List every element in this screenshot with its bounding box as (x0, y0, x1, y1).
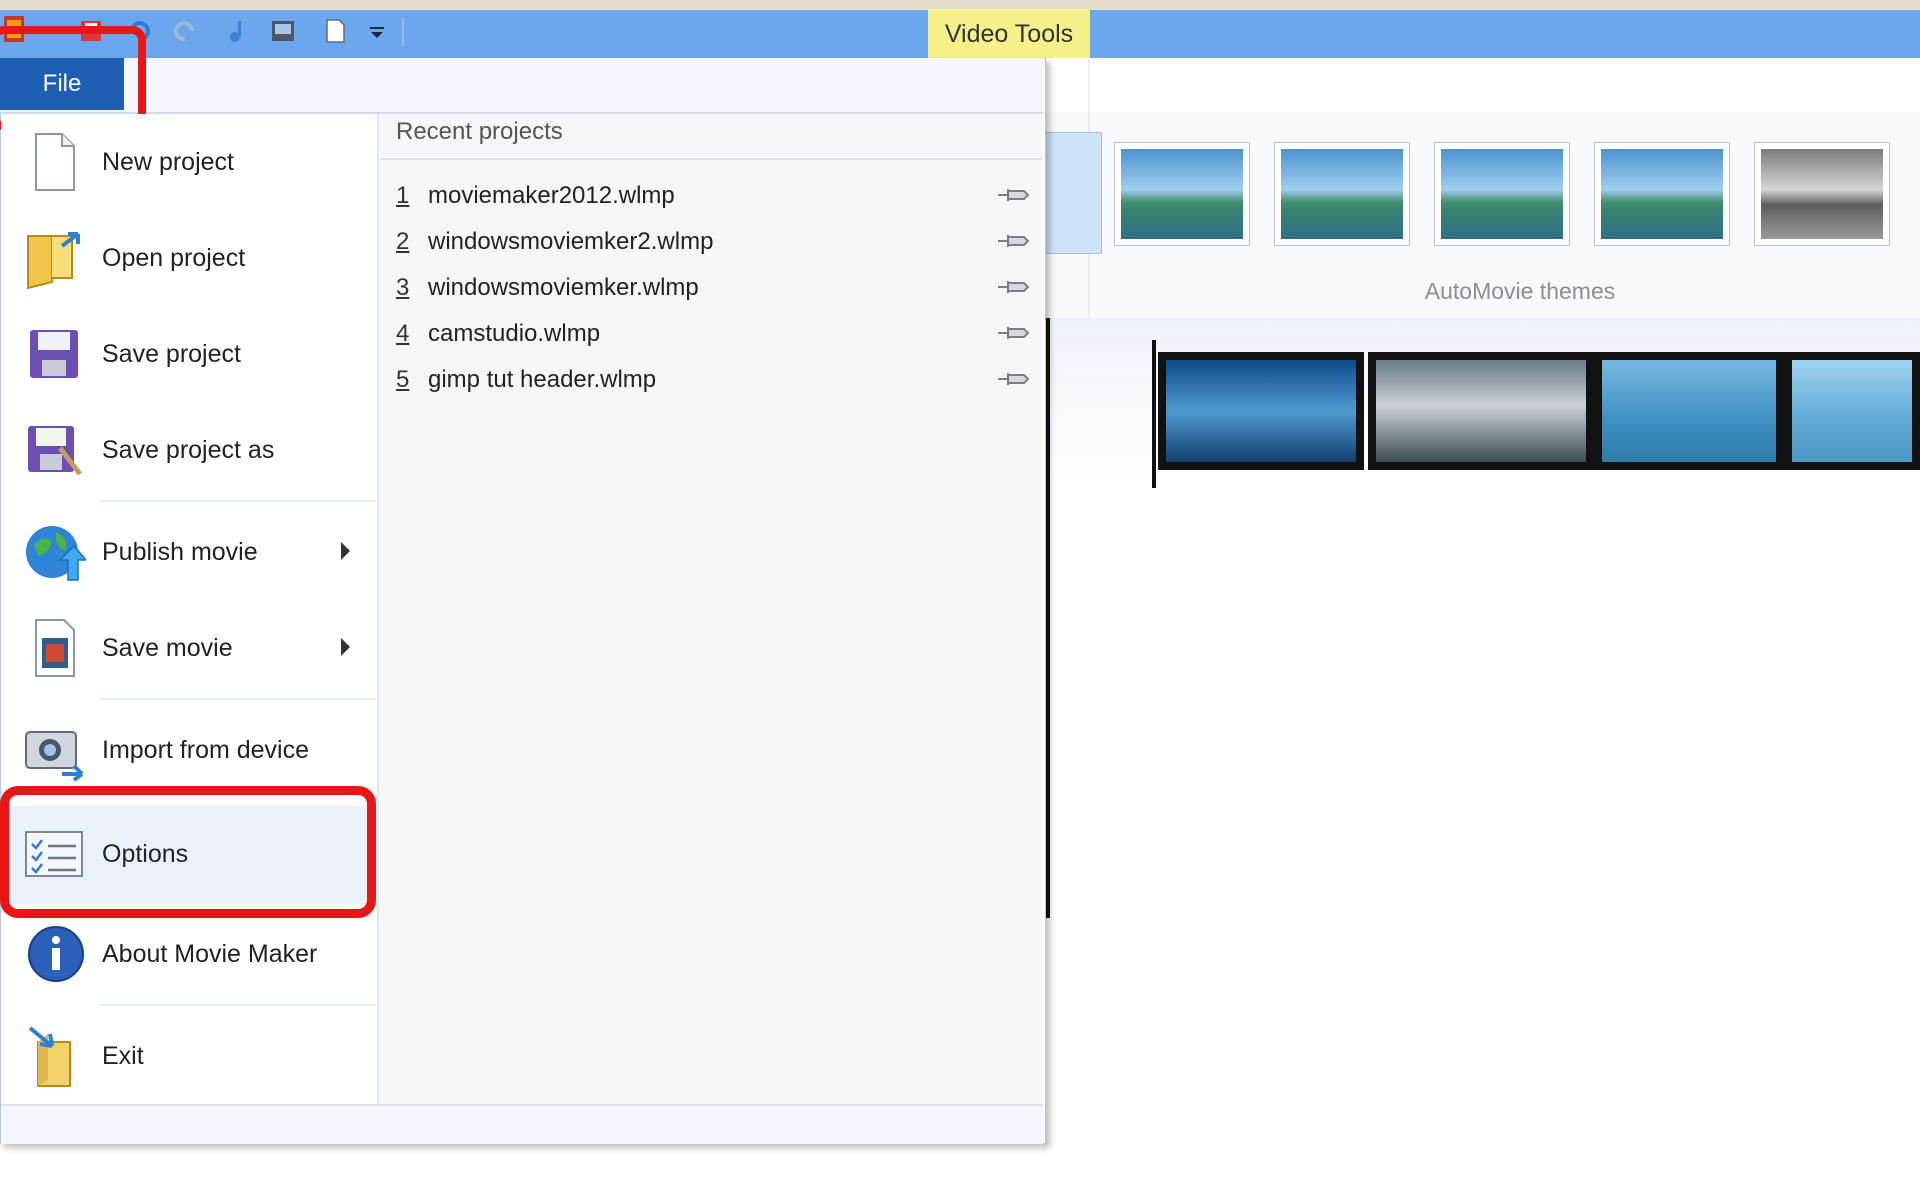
new-project-label: New project (102, 147, 234, 176)
recent-header-divider (380, 158, 1042, 160)
submenu-arrow-icon (341, 638, 350, 656)
recent-project-item[interactable]: 1 moviemaker2012.wlmp (396, 174, 1036, 220)
recent-project-item[interactable]: 2 windowsmoviemker2.wlmp (396, 220, 1036, 266)
video-clip[interactable] (1368, 352, 1594, 470)
redo-icon[interactable] (172, 18, 198, 44)
recent-project-item[interactable]: 5 gimp tut header.wlmp (396, 358, 1036, 404)
music-note-icon[interactable] (226, 18, 252, 44)
save-as-icon (28, 426, 82, 476)
save-project-as-label: Save project as (102, 435, 275, 464)
publish-movie-item[interactable]: Publish movie (8, 504, 374, 600)
exit-folder-icon (28, 1026, 71, 1087)
menu-separator (100, 500, 376, 502)
pane-divider (377, 114, 379, 1104)
open-project-label: Open project (102, 243, 246, 272)
recent-project-number: 1 (396, 182, 410, 209)
save-project-as-item[interactable]: Save project as (8, 402, 374, 498)
customize-dropdown-icon[interactable] (364, 18, 390, 44)
recent-project-item[interactable]: 3 windowsmoviemker.wlmp (396, 266, 1036, 312)
theme-thumbnail[interactable] (1274, 142, 1410, 246)
theme-thumbnail[interactable] (1434, 142, 1570, 246)
recent-project-name: moviemaker2012.wlmp (428, 182, 675, 209)
save-floppy-icon (30, 330, 78, 378)
new-file-icon[interactable] (322, 18, 348, 44)
about-movie-maker-item[interactable]: About Movie Maker (8, 906, 374, 1002)
save-movie-item[interactable]: Save movie (8, 600, 374, 696)
recent-project-number: 3 (396, 274, 410, 301)
theme-thumbnail[interactable] (1594, 142, 1730, 246)
film-document-icon (35, 619, 75, 677)
publish-movie-label: Publish movie (102, 537, 258, 566)
playhead-marker[interactable] (1152, 340, 1156, 488)
open-folder-icon (27, 232, 80, 290)
video-clip[interactable] (1594, 352, 1784, 470)
new-document-icon (35, 133, 75, 191)
video-clip[interactable] (1784, 352, 1920, 470)
menu-separator (100, 1004, 376, 1006)
about-movie-maker-label: About Movie Maker (102, 939, 318, 968)
import-from-device-label: Import from device (102, 735, 310, 764)
import-from-device-item[interactable]: Import from device (8, 702, 374, 798)
recent-project-number: 2 (396, 228, 410, 255)
save-movie-label: Save movie (102, 633, 233, 662)
menu-separator (100, 698, 376, 700)
recent-project-name: windowsmoviemker2.wlmp (428, 228, 714, 255)
recent-project-name: camstudio.wlmp (428, 320, 601, 347)
pin-icon[interactable] (996, 184, 1030, 206)
file-menu-footer (1, 1104, 1043, 1144)
camera-import-icon (25, 731, 84, 782)
info-icon (28, 926, 84, 982)
options-highlight (0, 786, 376, 918)
recent-project-name: windowsmoviemker.wlmp (428, 274, 699, 301)
recent-project-number: 5 (396, 366, 410, 393)
pin-icon[interactable] (996, 368, 1030, 390)
globe-publish-icon (26, 526, 86, 581)
pin-icon[interactable] (996, 230, 1030, 252)
pin-icon[interactable] (996, 322, 1030, 344)
ribbon-group-label: AutoMovie themes (1424, 278, 1616, 304)
save-project-label: Save project (102, 339, 241, 368)
recent-projects-header: Recent projects (396, 118, 563, 145)
toolbar-separator (402, 18, 404, 46)
recent-project-item[interactable]: 4 camstudio.wlmp (396, 312, 1036, 358)
theme-thumbnail-selected[interactable] (1042, 132, 1102, 254)
open-project-item[interactable]: Open project (8, 210, 374, 306)
recent-project-number: 4 (396, 320, 410, 347)
pin-icon[interactable] (996, 276, 1030, 298)
theme-thumbnail[interactable] (1754, 142, 1890, 246)
file-menu-header (0, 58, 1044, 114)
exit-item[interactable]: Exit (8, 1008, 374, 1104)
save-project-item[interactable]: Save project (8, 306, 374, 402)
theme-thumbnail[interactable] (1114, 142, 1250, 246)
snapshot-icon[interactable] (270, 18, 296, 44)
video-tools-contextual-tab[interactable]: Video Tools (928, 9, 1090, 59)
recent-project-name: gimp tut header.wlmp (428, 366, 657, 393)
submenu-arrow-icon (341, 542, 350, 560)
exit-label: Exit (102, 1041, 144, 1070)
video-clip[interactable] (1158, 352, 1364, 470)
new-project-item[interactable]: New project (8, 114, 374, 210)
